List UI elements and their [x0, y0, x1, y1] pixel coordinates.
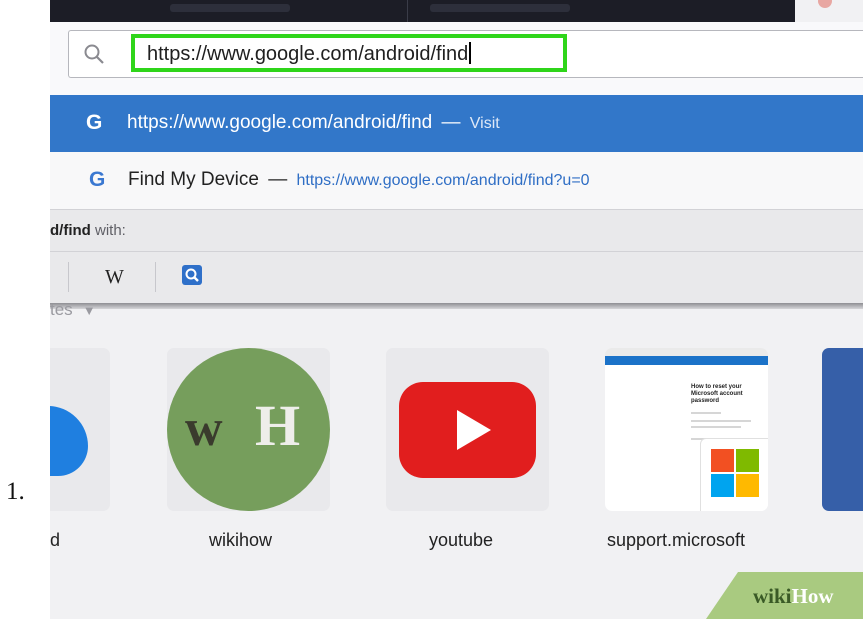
- watermark-wiki: wiki: [753, 584, 792, 608]
- address-bar[interactable]: https://www.google.com/android/find: [68, 30, 863, 78]
- top-site-label: support.microsoft: [607, 530, 746, 550]
- cloud-icon: [50, 406, 88, 476]
- url-highlight-box: https://www.google.com/android/find: [131, 34, 567, 72]
- magnifier-icon: [185, 268, 199, 282]
- top-sites-label: tes: [50, 300, 73, 319]
- top-sites-heading[interactable]: tes ▼: [50, 300, 96, 320]
- engine-divider: [155, 262, 156, 292]
- url-input[interactable]: https://www.google.com/android/find: [147, 42, 471, 66]
- search-engine-row: W: [50, 251, 863, 304]
- tab-separator: [407, 0, 408, 22]
- autocomplete-dropdown: G https://www.google.com/android/find — …: [50, 95, 863, 309]
- play-icon: [457, 410, 491, 450]
- search-with-label: d/find with:: [50, 222, 126, 239]
- browser-screenshot: https://www.google.com/android/find G ht…: [50, 0, 863, 619]
- suggestion-row-visit[interactable]: G https://www.google.com/android/find — …: [50, 95, 863, 152]
- google-g-icon: G: [86, 111, 103, 134]
- toolbar: https://www.google.com/android/find: [50, 22, 863, 95]
- dropdown-shadow: [50, 303, 863, 309]
- top-site-tile-cloud[interactable]: [50, 348, 110, 511]
- window-control-icon[interactable]: [818, 0, 832, 8]
- tab-corner: [795, 0, 863, 22]
- search-icon: [84, 44, 104, 64]
- thumbnail-title: How to reset your Microsoft account pass…: [691, 384, 743, 404]
- suggestion-url: https://www.google.com/android/find: [127, 112, 433, 133]
- wikihow-logo: wH: [167, 348, 330, 511]
- suggestion-separator: —: [441, 112, 461, 133]
- engine-divider: [68, 262, 69, 292]
- suggestion-separator: —: [268, 169, 288, 190]
- search-engine-icon[interactable]: [182, 265, 202, 285]
- tab-strip: [50, 0, 795, 22]
- top-site-tile-partial[interactable]: [822, 348, 863, 511]
- top-site-label: d: [50, 530, 61, 550]
- suggestion-url: https://www.google.com/android/find?u=0: [296, 172, 590, 189]
- tab-title-blur: [170, 4, 290, 12]
- suggestion-title: Find My Device: [128, 169, 259, 190]
- microsoft-logo: [700, 438, 768, 511]
- suggestion-row-find-my-device[interactable]: G Find My Device — https://www.google.co…: [50, 152, 863, 209]
- top-site-tile-microsoft[interactable]: How to reset your Microsoft account pass…: [605, 348, 768, 511]
- top-site-label: youtube: [429, 530, 494, 550]
- suggestion-action: Visit: [469, 115, 500, 132]
- youtube-logo: [399, 382, 536, 478]
- list-marker: 1.: [6, 478, 25, 505]
- wikipedia-icon[interactable]: W: [105, 266, 124, 289]
- top-site-tile-wikihow[interactable]: wH: [167, 348, 330, 511]
- chevron-down-icon: ▼: [82, 303, 96, 318]
- top-site-tile-youtube[interactable]: [386, 348, 549, 511]
- wikihow-watermark: wikiHow: [706, 572, 863, 619]
- text-caret: [469, 42, 471, 64]
- search-with-suffix: with:: [90, 222, 126, 239]
- top-site-label: wikihow: [209, 530, 273, 550]
- tab-title-blur: [430, 4, 570, 12]
- microsoft-page-thumbnail: How to reset your Microsoft account pass…: [605, 348, 768, 511]
- search-with-bar: d/find with:: [50, 209, 863, 252]
- watermark-how: How: [791, 584, 834, 608]
- google-g-icon: G: [89, 168, 106, 191]
- url-value: https://www.google.com/android/find: [147, 43, 469, 65]
- search-with-query: d/find: [50, 222, 91, 239]
